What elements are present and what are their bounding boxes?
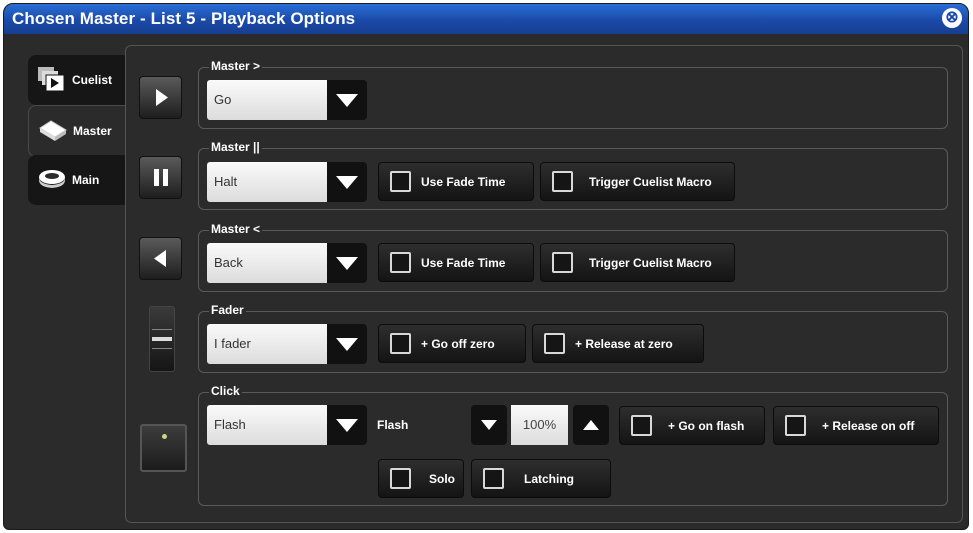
chevron-down-icon[interactable] bbox=[327, 324, 367, 364]
chevron-down-icon[interactable] bbox=[327, 80, 367, 120]
halt-button[interactable] bbox=[139, 156, 182, 199]
checkbox-icon bbox=[552, 171, 573, 192]
click-mode-select[interactable]: Flash bbox=[207, 405, 367, 445]
led-icon bbox=[162, 434, 167, 439]
checkbox-icon bbox=[390, 171, 411, 192]
group-fader-label: Fader bbox=[209, 303, 246, 317]
play-icon bbox=[156, 89, 168, 106]
back-use-fade-time-checkbox[interactable]: Use Fade Time bbox=[378, 243, 534, 282]
group-master-halt-label: Master || bbox=[209, 140, 262, 154]
release-at-zero-label: + Release at zero bbox=[575, 337, 673, 351]
go-action-value: Go bbox=[207, 80, 327, 120]
group-master-back-label: Master < bbox=[209, 222, 263, 236]
checkbox-icon bbox=[785, 415, 806, 436]
checkbox-icon bbox=[390, 252, 411, 273]
go-off-zero-checkbox[interactable]: + Go off zero bbox=[378, 324, 526, 363]
solo-label: Solo bbox=[429, 472, 455, 486]
back-trigger-macro-checkbox[interactable]: Trigger Cuelist Macro bbox=[540, 243, 735, 282]
click-mode-value: Flash bbox=[207, 405, 327, 445]
back-button[interactable] bbox=[139, 237, 182, 280]
halt-action-value: Halt bbox=[207, 162, 327, 202]
tab-main[interactable]: Main bbox=[28, 155, 128, 205]
halt-action-select[interactable]: Halt bbox=[207, 162, 367, 202]
release-on-off-label: + Release on off bbox=[822, 419, 915, 433]
back-trigger-macro-label: Trigger Cuelist Macro bbox=[589, 256, 712, 270]
fader-icon[interactable] bbox=[149, 306, 175, 372]
go-on-flash-label: + Go on flash bbox=[668, 419, 745, 433]
pause-icon bbox=[154, 169, 168, 186]
checkbox-icon bbox=[544, 333, 565, 354]
fader-mode-value: I fader bbox=[207, 324, 327, 364]
fader-mode-select[interactable]: I fader bbox=[207, 324, 367, 364]
flash-label: Flash bbox=[377, 418, 409, 432]
flash-decrease-button[interactable] bbox=[471, 405, 507, 445]
release-at-zero-checkbox[interactable]: + Release at zero bbox=[532, 324, 704, 363]
go-on-flash-checkbox[interactable]: + Go on flash bbox=[619, 406, 765, 445]
back-use-fade-time-label: Use Fade Time bbox=[421, 256, 506, 270]
chevron-down-icon[interactable] bbox=[327, 162, 367, 202]
checkbox-icon bbox=[390, 468, 411, 489]
chevron-down-icon[interactable] bbox=[327, 243, 367, 283]
tab-master[interactable]: Master bbox=[28, 105, 129, 157]
halt-trigger-macro-checkbox[interactable]: Trigger Cuelist Macro bbox=[540, 162, 735, 201]
group-master-go-label: Master > bbox=[209, 59, 263, 73]
go-action-select[interactable]: Go bbox=[207, 80, 367, 120]
chevron-down-icon[interactable] bbox=[327, 405, 367, 445]
playback-options-window: Chosen Master - List 5 - Playback Option… bbox=[3, 3, 969, 530]
title-bar: Chosen Master - List 5 - Playback Option… bbox=[4, 4, 968, 34]
close-icon[interactable]: ⊗ bbox=[942, 8, 962, 28]
halt-use-fade-time-label: Use Fade Time bbox=[421, 175, 506, 189]
cuelist-icon bbox=[38, 67, 65, 92]
back-action-value: Back bbox=[207, 243, 327, 283]
halt-trigger-macro-label: Trigger Cuelist Macro bbox=[589, 175, 712, 189]
go-button[interactable] bbox=[139, 76, 182, 119]
checkbox-icon bbox=[390, 333, 411, 354]
click-button[interactable] bbox=[140, 424, 187, 472]
solo-checkbox[interactable]: Solo bbox=[378, 459, 464, 498]
checkbox-icon bbox=[552, 252, 573, 273]
tab-main-label: Main bbox=[72, 173, 100, 187]
tab-cuelist[interactable]: Cuelist bbox=[28, 55, 128, 105]
master-icon bbox=[39, 120, 67, 141]
release-on-off-checkbox[interactable]: + Release on off bbox=[773, 406, 939, 445]
latching-checkbox[interactable]: Latching bbox=[471, 459, 611, 498]
halt-use-fade-time-checkbox[interactable]: Use Fade Time bbox=[378, 162, 534, 201]
back-icon bbox=[154, 250, 166, 267]
go-off-zero-label: + Go off zero bbox=[421, 337, 495, 351]
checkbox-icon bbox=[483, 468, 504, 489]
flash-level-field[interactable]: 100% bbox=[511, 405, 568, 445]
checkbox-icon bbox=[631, 415, 652, 436]
main-icon bbox=[39, 170, 65, 188]
group-click-label: Click bbox=[209, 384, 242, 398]
tab-cuelist-label: Cuelist bbox=[72, 73, 113, 87]
tab-master-label: Master bbox=[73, 124, 112, 138]
latching-label: Latching bbox=[524, 472, 574, 486]
back-action-select[interactable]: Back bbox=[207, 243, 367, 283]
window-title: Chosen Master - List 5 - Playback Option… bbox=[12, 9, 356, 28]
flash-increase-button[interactable] bbox=[573, 405, 609, 445]
